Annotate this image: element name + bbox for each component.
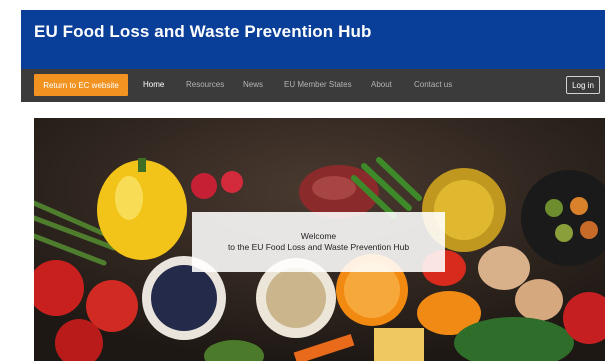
welcome-heading: Welcome	[300, 231, 337, 241]
main-navigation: Return to EC website Home Resources News…	[21, 69, 605, 102]
site-header: EU Food Loss and Waste Prevention Hub	[21, 10, 605, 69]
welcome-message: Welcome to the EU Food Loss and Waste Pr…	[192, 212, 445, 272]
return-to-ec-button[interactable]: Return to EC website	[34, 74, 128, 96]
nav-link-eu-member-states[interactable]: EU Member States	[284, 80, 352, 89]
nav-link-about[interactable]: About	[371, 80, 392, 89]
nav-link-home[interactable]: Home	[143, 80, 164, 89]
hero-banner: Welcome to the EU Food Loss and Waste Pr…	[34, 118, 605, 361]
nav-link-resources[interactable]: Resources	[186, 80, 224, 89]
welcome-subheading: to the EU Food Loss and Waste Prevention…	[227, 242, 410, 252]
login-button[interactable]: Log in	[566, 76, 600, 94]
site-title: EU Food Loss and Waste Prevention Hub	[34, 22, 372, 41]
nav-link-contact-us[interactable]: Contact us	[414, 80, 452, 89]
nav-link-news[interactable]: News	[243, 80, 263, 89]
